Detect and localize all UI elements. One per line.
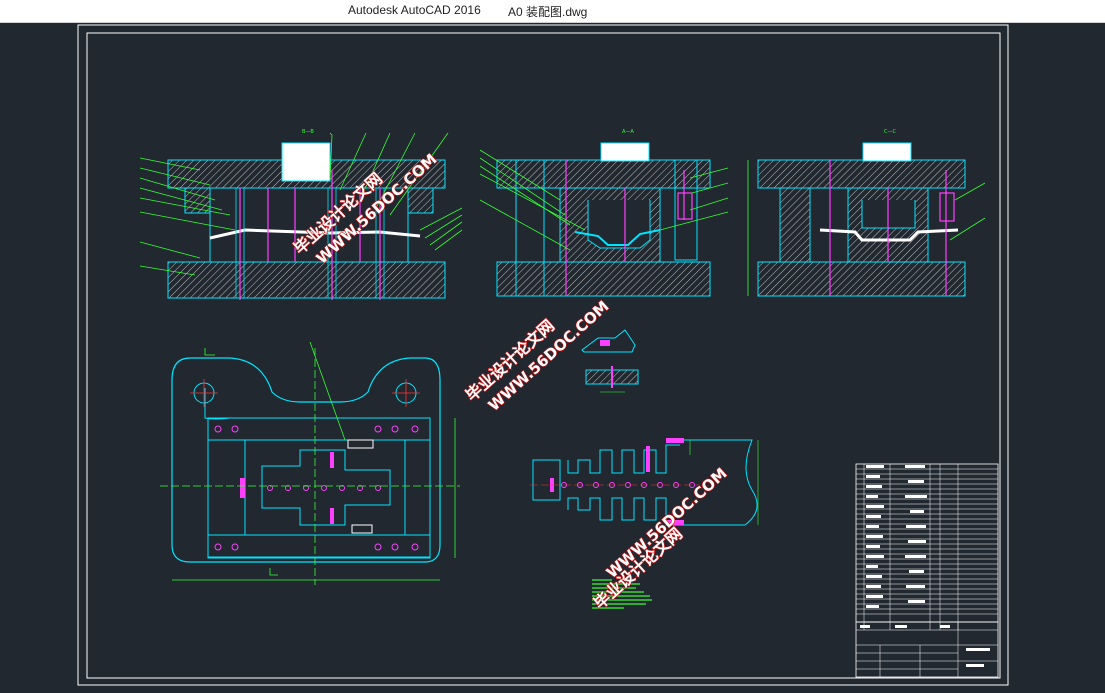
app-title: Autodesk AutoCAD 2016 bbox=[348, 3, 481, 17]
title-bar: Autodesk AutoCAD 2016 A0 装配图.dwg bbox=[0, 0, 1105, 23]
plan-view[interactable] bbox=[160, 341, 460, 585]
watermark-url-3: WWW.56DOC.COM bbox=[603, 464, 731, 581]
section-label-middle: A—A bbox=[622, 129, 634, 135]
section-label-right: C—C bbox=[884, 129, 896, 135]
part-detail-views[interactable] bbox=[581, 329, 639, 393]
parts-list-table[interactable] bbox=[855, 463, 999, 678]
section-view-middle[interactable]: A—A bbox=[479, 129, 729, 297]
section-label-left: B—B bbox=[302, 129, 314, 135]
section-view-left[interactable]: B—B bbox=[139, 129, 463, 300]
file-name: A0 装配图.dwg bbox=[508, 5, 588, 19]
watermark-stamp-icon: 毕业设计论文网 WWW.56DOC.COM 毕业设计论文网 WWW.56DOC.… bbox=[289, 150, 731, 614]
drawing-canvas[interactable]: B—B A—A C—C 毕业设计论文网 WWW.56DOC.COM 毕业设计论文… bbox=[0, 22, 1105, 688]
section-view-right[interactable]: C—C bbox=[747, 129, 986, 297]
